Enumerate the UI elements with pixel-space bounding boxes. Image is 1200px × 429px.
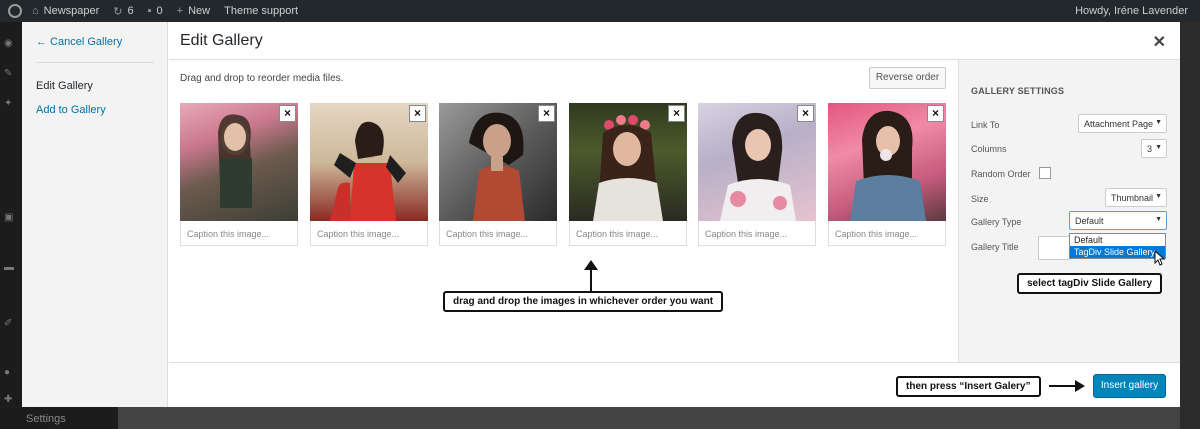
chevron-down-icon: ▼ [1155, 119, 1162, 126]
caption-input[interactable]: Caption this image... [180, 221, 298, 246]
users-icon[interactable]: ● [4, 367, 10, 378]
size-select[interactable]: Thumbnail ▼ [1105, 188, 1167, 207]
gallery-item[interactable]: × Caption this image... [828, 103, 946, 246]
remove-image-icon[interactable]: × [928, 106, 943, 121]
caption-input[interactable]: Caption this image... [698, 221, 816, 246]
gallery-title-input[interactable] [1038, 236, 1070, 260]
gallery-image[interactable]: × [698, 103, 816, 221]
link-to-label: Link To [971, 120, 1000, 130]
link-to-select[interactable]: Attachment Page ▼ [1078, 114, 1167, 133]
wordpress-logo-icon[interactable] [8, 4, 22, 18]
callout-press-insert: then press “Insert Galery” [896, 376, 1041, 397]
gallery-image[interactable]: × [828, 103, 946, 221]
gallery-item[interactable]: × Caption this image... [310, 103, 428, 246]
settings-icon[interactable]: ✚ [4, 394, 12, 405]
howdy-user[interactable]: Howdy, Iréne Lavender [1075, 5, 1188, 17]
caption-input[interactable]: Caption this image... [569, 221, 687, 246]
gallery-item[interactable]: × Caption this image... [439, 103, 557, 246]
sidebar-item-edit-gallery[interactable]: Edit Gallery [36, 80, 93, 92]
gallery-item[interactable]: × Caption this image... [569, 103, 687, 246]
insert-gallery-button[interactable]: Insert gallery [1093, 374, 1166, 398]
remove-image-icon[interactable]: × [410, 106, 425, 121]
gallery-image[interactable]: × [180, 103, 298, 221]
reorder-hint: Drag and drop to reorder media files. [180, 73, 344, 84]
tools-icon[interactable]: ✐ [4, 318, 12, 329]
updates-link[interactable]: ↻ 6 [113, 5, 133, 18]
caption-input[interactable]: Caption this image... [310, 221, 428, 246]
size-label: Size [971, 194, 989, 204]
caption-input[interactable]: Caption this image... [828, 221, 946, 246]
gallery-type-select[interactable]: Default ▼ [1069, 211, 1167, 230]
callout-drag-drop: drag and drop the images in whichever or… [443, 291, 724, 312]
gallery-image[interactable]: × [439, 103, 557, 221]
random-order-label: Random Order [971, 169, 1031, 179]
gallery-item[interactable]: × Caption this image... [698, 103, 816, 246]
gallery-item[interactable]: × Caption this image... [180, 103, 298, 246]
columns-select[interactable]: 3 ▼ [1141, 139, 1167, 158]
option-tagdiv-slide-gallery[interactable]: TagDiv Slide Gallery [1070, 246, 1165, 258]
remove-image-icon[interactable]: × [669, 106, 684, 121]
refresh-icon: ↻ [113, 5, 123, 18]
modal-title: Edit Gallery [180, 32, 263, 49]
callout-select-tagdiv: select tagDiv Slide Gallery [1017, 273, 1163, 294]
chevron-down-icon: ▼ [1155, 144, 1162, 151]
sidebar-item-add-to-gallery[interactable]: Add to Gallery [36, 104, 106, 116]
home-icon: ⌂ [32, 5, 39, 17]
mouse-cursor-icon [1154, 250, 1166, 266]
gallery-image[interactable]: × [310, 103, 428, 221]
site-name-link[interactable]: ⌂ Newspaper [32, 5, 99, 17]
sidebar-divider [36, 62, 154, 63]
gallery-image[interactable]: × [569, 103, 687, 221]
chevron-down-icon: ▼ [1155, 193, 1162, 200]
comments-link[interactable]: ▪ 0 [148, 5, 163, 17]
caption-input[interactable]: Caption this image... [439, 221, 557, 246]
new-content-link[interactable]: + New [177, 5, 210, 17]
theme-support-link[interactable]: Theme support [224, 5, 298, 17]
settings-menu-item[interactable]: Settings [0, 407, 118, 429]
gallery-settings-panel: GALLERY SETTINGS Link To Attachment Page… [958, 60, 1180, 362]
right-arrow-icon [1049, 380, 1085, 392]
pin-icon[interactable]: ✦ [4, 98, 12, 109]
dashboard-icon[interactable]: ◉ [4, 38, 13, 49]
cancel-gallery-link[interactable]: ← Cancel Gallery [36, 36, 122, 48]
media-sidebar: ← Cancel Gallery Edit Gallery Add to Gal… [22, 22, 168, 407]
plus-icon: + [176, 5, 184, 17]
backdrop-bottom [118, 407, 1200, 429]
reverse-order-button[interactable]: Reverse order [869, 67, 946, 89]
option-default[interactable]: Default [1070, 234, 1165, 246]
gallery-settings-heading: GALLERY SETTINGS [971, 86, 1065, 96]
gallery-type-label: Gallery Type [971, 217, 1022, 227]
remove-image-icon[interactable]: × [539, 106, 554, 121]
gallery-type-options: Default TagDiv Slide Gallery [1069, 233, 1166, 259]
footer-divider [169, 362, 1180, 363]
chevron-down-icon: ▼ [1155, 216, 1162, 223]
wp-admin-menu: ◉ ✎ ✦ ▣ ▬ ✐ ● ✚ [0, 22, 22, 429]
remove-image-icon[interactable]: × [280, 106, 295, 121]
comments-icon[interactable]: ▬ [4, 262, 14, 273]
columns-label: Columns [971, 144, 1007, 154]
media-icon[interactable]: ▣ [4, 212, 13, 223]
close-icon[interactable]: ✕ [1153, 32, 1166, 52]
posts-icon[interactable]: ✎ [4, 68, 12, 79]
random-order-checkbox[interactable] [1039, 167, 1051, 179]
admin-bar: ⌂ Newspaper ↻ 6 ▪ 0 + New Theme support Howd… [0, 0, 1200, 22]
remove-image-icon[interactable]: × [798, 106, 813, 121]
comment-icon: ▪ [147, 5, 152, 17]
gallery-title-label: Gallery Title [971, 242, 1019, 252]
backdrop-right [1180, 22, 1200, 429]
